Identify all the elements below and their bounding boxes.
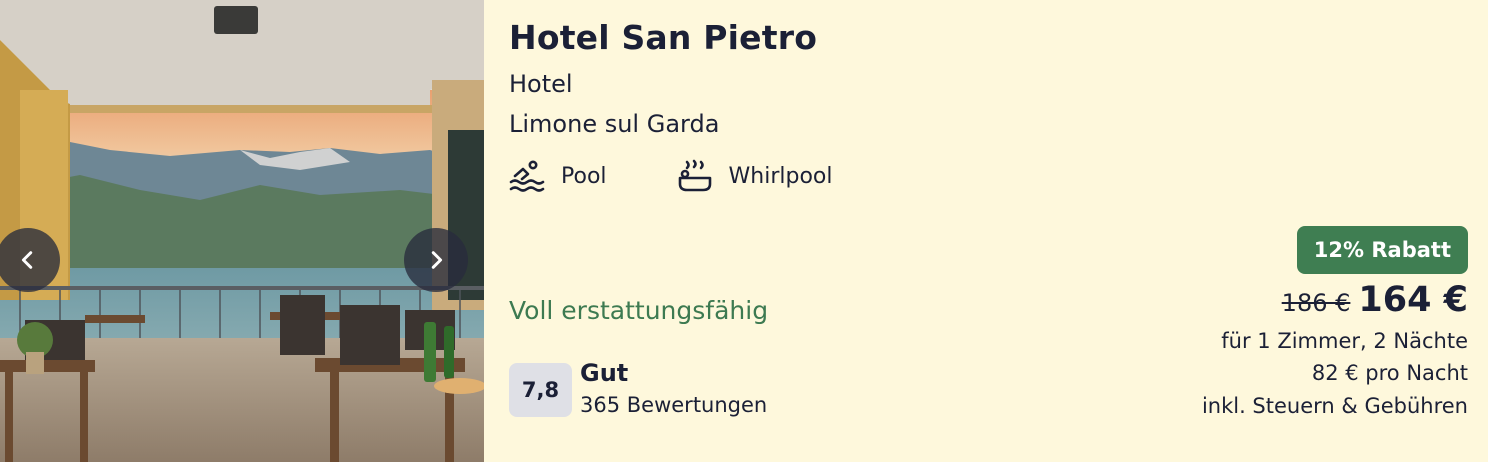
hotel-location: Limone sul Garda [509,110,720,138]
hotel-photo [0,0,484,462]
hotel-photo-gallery[interactable] [0,0,484,462]
amenities-list: Pool Whirlpool [509,158,902,194]
original-price: 186 € [1281,289,1351,317]
current-price: 164 € [1358,280,1468,320]
hotel-name[interactable]: Hotel San Pietro [509,18,817,57]
hotel-info: Hotel San Pietro Hotel Limone sul Garda … [484,0,1488,462]
cancellation-policy: Voll erstattungsfähig [509,296,769,325]
amenity-label: Pool [561,163,607,189]
amenity-pool: Pool [509,158,607,194]
price-per-night: 82 € pro Nacht [1311,361,1468,385]
rating-text: Gut 365 Bewertungen [580,358,767,422]
rating-label: Gut [580,359,629,387]
discount-badge: 12% Rabatt [1296,226,1468,274]
hotel-type: Hotel [509,70,573,98]
chevron-left-icon [21,251,33,269]
whirlpool-icon [678,159,711,192]
amenity-whirlpool: Whirlpool [677,158,833,194]
review-count[interactable]: 365 Bewertungen [580,388,767,422]
pool-icon [509,160,545,192]
stay-details: für 1 Zimmer, 2 Nächte [1221,329,1468,353]
amenity-label: Whirlpool [728,163,833,189]
gallery-next-button[interactable] [404,228,468,292]
chevron-right-icon [431,251,443,269]
rating-block: 7,8 Gut 365 Bewertungen [509,358,767,422]
taxes-note: inkl. Steuern & Gebühren [1201,394,1468,418]
hotel-card[interactable]: Hotel San Pietro Hotel Limone sul Garda … [0,0,1488,462]
price-block: 186 € 164 € [1282,280,1468,320]
rating-score-badge: 7,8 [509,363,572,417]
